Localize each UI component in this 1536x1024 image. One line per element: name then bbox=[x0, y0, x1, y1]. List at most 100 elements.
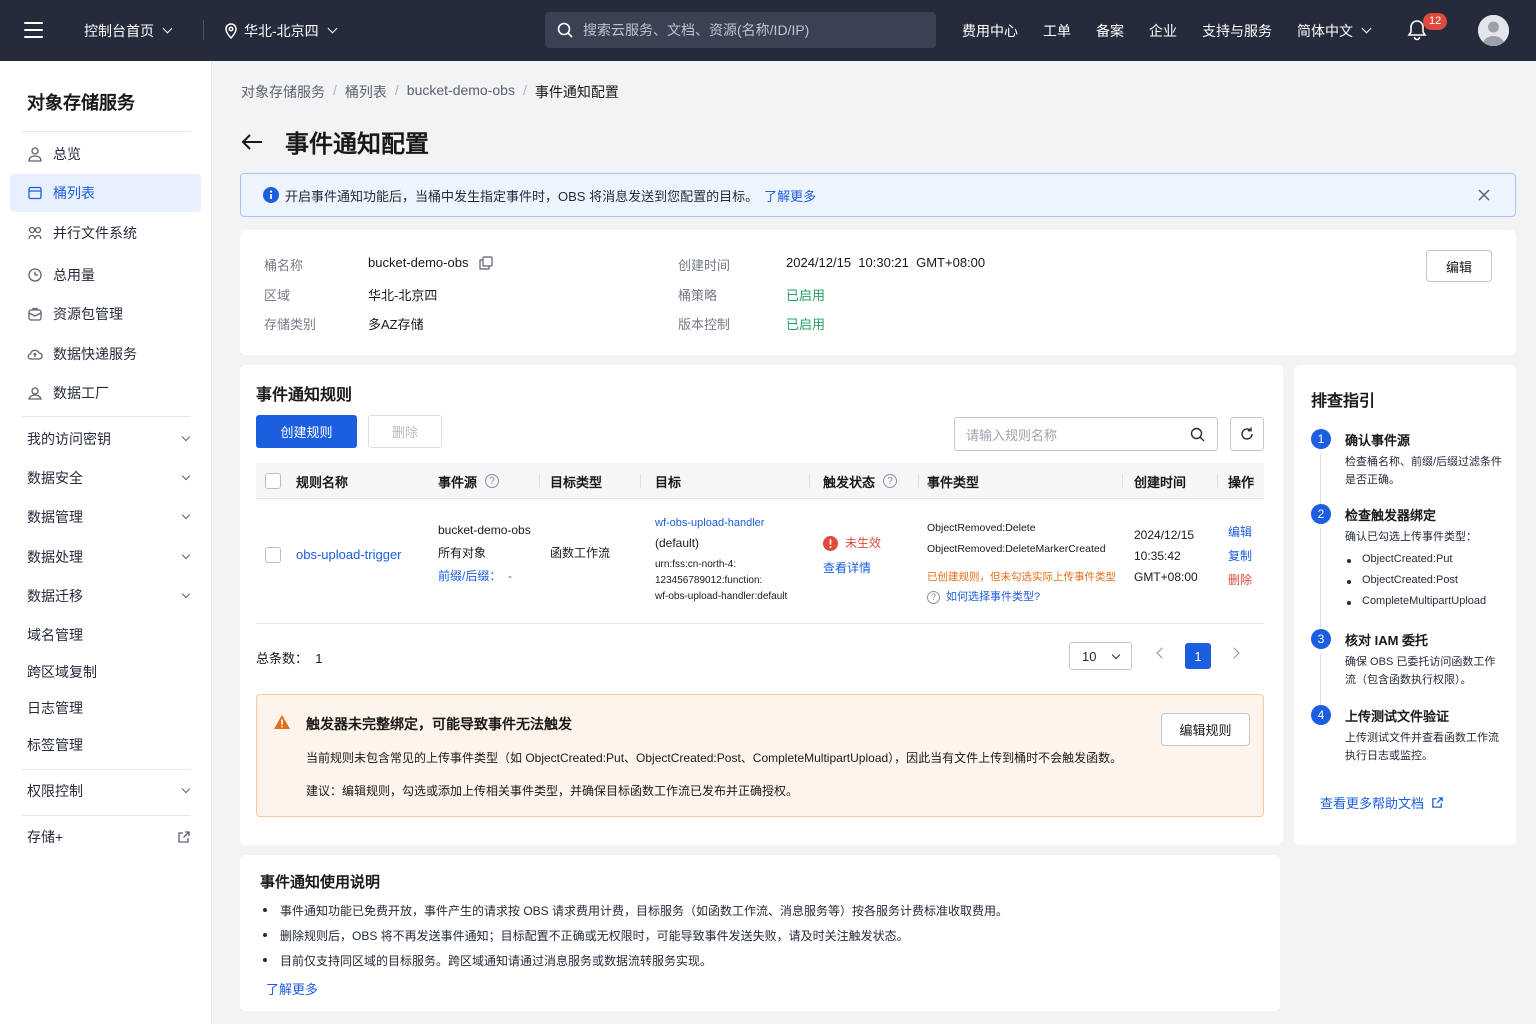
info-icon bbox=[263, 187, 279, 203]
sidebar-item-cross-region[interactable]: 跨区域复制 bbox=[10, 654, 201, 690]
breadcrumb-item[interactable]: bucket-demo-obs bbox=[407, 82, 515, 102]
sidebar-group-data-security[interactable]: 数据安全 bbox=[10, 460, 201, 496]
sidebar-item-buckets[interactable]: 桶列表 bbox=[10, 174, 201, 212]
help-icon[interactable]: ? bbox=[485, 474, 500, 488]
breadcrumb-item[interactable]: 对象存储服务 bbox=[241, 82, 325, 102]
help-icon: ? bbox=[927, 591, 940, 605]
sidebar-item-data-factory[interactable]: 数据工厂 bbox=[10, 374, 201, 412]
edit-bucket-button[interactable]: 编辑 bbox=[1426, 250, 1492, 282]
nav-link-billing[interactable]: 费用中心 bbox=[962, 0, 1018, 61]
close-icon[interactable] bbox=[1477, 188, 1491, 202]
sidebar-group-data-processing[interactable]: 数据处理 bbox=[10, 539, 201, 575]
sidebar-group-permission[interactable]: 权限控制 bbox=[10, 773, 201, 809]
step-description: 检查桶名称、前缀/后缀过滤条件是否正确。 bbox=[1345, 456, 1503, 486]
sidebar-item-label: 总用量 bbox=[53, 267, 95, 283]
bucket-name-label: 桶名称 bbox=[264, 258, 304, 273]
nav-link-tickets[interactable]: 工单 bbox=[1043, 0, 1071, 61]
page-size-select[interactable]: 10 bbox=[1069, 642, 1132, 670]
chevron-down-icon bbox=[181, 510, 191, 520]
sidebar-group-label: 数据管理 bbox=[27, 509, 83, 525]
region-selector[interactable]: 华北-北京四 bbox=[224, 0, 338, 61]
sidebar-item-label: 数据工厂 bbox=[53, 385, 109, 401]
view-details-link[interactable]: 查看详情 bbox=[823, 560, 871, 577]
sidebar-item-overview[interactable]: 总览 bbox=[10, 135, 201, 173]
edit-rule-link[interactable]: 编辑 bbox=[1228, 524, 1252, 541]
sidebar-item-logs[interactable]: 日志管理 bbox=[10, 690, 201, 726]
create-rule-button[interactable]: 创建规则 bbox=[256, 415, 357, 448]
sidebar-group-data-migration[interactable]: 数据迁移 bbox=[10, 578, 201, 614]
target-urn-1: urn:fss:cn-north-4: bbox=[655, 559, 737, 570]
divider bbox=[22, 416, 191, 417]
step-title: 核对 IAM 委托 bbox=[1345, 633, 1429, 648]
sidebar-item-domain[interactable]: 域名管理 bbox=[10, 617, 201, 653]
event-type-help-link[interactable]: ? 如何选择事件类型? bbox=[927, 590, 1040, 606]
checkbox[interactable] bbox=[265, 547, 281, 563]
rule-search-input[interactable]: 请输入规则名称 bbox=[954, 417, 1218, 451]
nav-link-filing[interactable]: 备案 bbox=[1096, 0, 1124, 61]
prefix-suffix-link[interactable]: 前缀/后缀： - bbox=[438, 568, 512, 585]
language-selector[interactable]: 简体中文 bbox=[1297, 0, 1372, 61]
notification-badge: 12 bbox=[1423, 13, 1448, 30]
delete-rule-button[interactable]: 删除 bbox=[368, 415, 442, 448]
sidebar-group-label: 数据安全 bbox=[27, 470, 83, 486]
bucket-policy-value: 已启用 bbox=[786, 288, 826, 303]
console-home-dropdown[interactable]: 控制台首页 bbox=[84, 0, 173, 61]
step-number: 3 bbox=[1311, 629, 1331, 649]
warning-title: 触发器未完整绑定，可能导致事件无法触发 bbox=[306, 716, 572, 732]
nav-link-enterprise[interactable]: 企业 bbox=[1149, 0, 1177, 61]
col-created-time: 创建时间 bbox=[1134, 474, 1187, 490]
location-pin-icon bbox=[225, 22, 237, 39]
user-avatar-icon bbox=[1478, 15, 1509, 46]
sidebar-item-parallel-fs[interactable]: 并行文件系统 bbox=[10, 214, 201, 252]
bucket-policy-label: 桶策略 bbox=[678, 288, 718, 303]
target-function-link[interactable]: wf-obs-upload-handler bbox=[655, 516, 764, 532]
copy-rule-link[interactable]: 复制 bbox=[1228, 548, 1252, 565]
usage-notes-card: 事件通知使用说明 事件通知功能已免费开放，事件产生的请求按 OBS 请求费用计费… bbox=[240, 855, 1280, 1011]
rule-name-link[interactable]: obs-upload-trigger bbox=[296, 546, 402, 565]
checkbox[interactable] bbox=[265, 473, 281, 489]
step-connector bbox=[1320, 453, 1321, 504]
target-urn-3: wf-obs-upload-handler:default bbox=[655, 591, 788, 602]
select-all-checkbox[interactable] bbox=[265, 463, 281, 499]
chevron-down-icon bbox=[327, 23, 338, 34]
target-type: 函数工作流 bbox=[550, 546, 611, 560]
global-search-input[interactable]: 搜索云服务、文档、资源(名称/ID/IP) bbox=[545, 12, 936, 48]
divider bbox=[22, 769, 191, 770]
sidebar-item-data-express[interactable]: 数据快递服务 bbox=[10, 335, 201, 373]
bullet-item: ObjectCreated:Put bbox=[1345, 553, 1486, 574]
cloud-upload-icon bbox=[27, 346, 43, 362]
edit-rule-button[interactable]: 编辑规则 bbox=[1161, 713, 1250, 746]
copy-icon[interactable] bbox=[479, 255, 494, 270]
more-help-link[interactable]: 查看更多帮助文档 bbox=[1320, 793, 1444, 812]
factory-icon bbox=[27, 385, 43, 401]
page-number-current[interactable]: 1 bbox=[1185, 643, 1211, 669]
sidebar-group-access-keys[interactable]: 我的访问密钥 bbox=[10, 421, 201, 457]
sidebar-item-usage[interactable]: 总用量 bbox=[10, 256, 201, 294]
sidebar-group-label: 权限控制 bbox=[27, 783, 83, 799]
back-arrow-icon[interactable] bbox=[241, 133, 263, 151]
sidebar-group-data-management[interactable]: 数据管理 bbox=[10, 499, 201, 535]
versioning-value: 已启用 bbox=[786, 317, 826, 332]
avatar[interactable] bbox=[1478, 15, 1509, 46]
help-icon[interactable]: ? bbox=[883, 474, 898, 488]
menu-icon[interactable] bbox=[24, 22, 43, 38]
storage-class-value: 多AZ存储 bbox=[368, 317, 424, 332]
delete-rule-link[interactable]: 删除 bbox=[1228, 572, 1252, 589]
bucket-name-field: bucket-demo-obs bbox=[368, 255, 494, 270]
created-time-value: 2024/12/15 10:30:21 GMT+08:00 bbox=[786, 255, 986, 270]
learn-more-link[interactable]: 了解更多 bbox=[764, 186, 816, 205]
chevron-down-icon bbox=[181, 784, 191, 794]
breadcrumb-item[interactable]: 桶列表 bbox=[345, 82, 387, 102]
notes-learn-more-link[interactable]: 了解更多 bbox=[266, 979, 318, 998]
sidebar-item-package[interactable]: 资源包管理 bbox=[10, 295, 201, 333]
sidebar-item-storage-plus[interactable]: 存储+ bbox=[10, 819, 201, 855]
sidebar-item-tags[interactable]: 标签管理 bbox=[10, 727, 201, 763]
row-checkbox[interactable] bbox=[265, 547, 281, 568]
search-icon bbox=[557, 22, 573, 38]
nav-link-support[interactable]: 支持与服务 bbox=[1202, 0, 1272, 61]
step-connector bbox=[1320, 528, 1321, 629]
info-text: 开启事件通知功能后，当桶中发生指定事件时，OBS 将消息发送到您配置的目标。 bbox=[285, 188, 759, 204]
refresh-button[interactable] bbox=[1230, 417, 1264, 451]
page-title: 事件通知配置 bbox=[285, 131, 429, 158]
created-time: 10:35:42 bbox=[1134, 549, 1181, 563]
